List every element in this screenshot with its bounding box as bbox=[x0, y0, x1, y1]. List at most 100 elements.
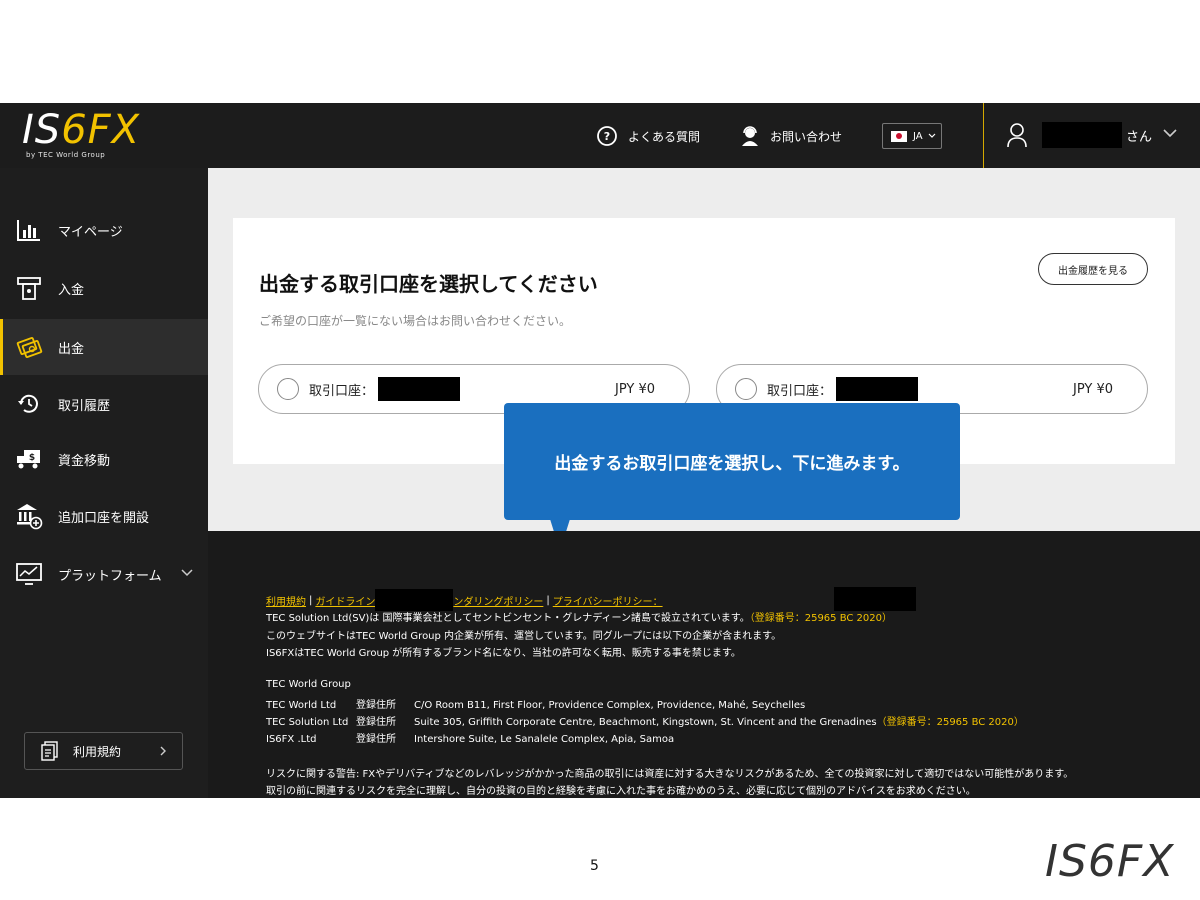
bar-chart-icon bbox=[17, 220, 40, 241]
logo-text-is: IS bbox=[22, 107, 62, 153]
footer-line: TEC Solution Ltd(SV)は 国際事業会社としてセントビンセント・… bbox=[266, 609, 892, 624]
address-type: 登録住所 bbox=[356, 734, 396, 745]
company-address: Intershore Suite, Le Sanalele Complex, A… bbox=[414, 734, 675, 745]
brand-mark: IS6FX bbox=[1045, 836, 1175, 887]
footer-link-privacy[interactable]: プライバシーポリシー bbox=[553, 593, 653, 608]
link-separator: | bbox=[546, 594, 550, 606]
question-circle-icon: ? bbox=[597, 126, 617, 146]
redacted-account-number bbox=[836, 377, 919, 401]
risk-warning: 取引の前に関連するリスクを完全に理解し、自分の投資の目的と経験を考慮に入れた事を… bbox=[266, 786, 976, 797]
redacted-text bbox=[834, 587, 916, 611]
chevron-right-icon bbox=[160, 746, 166, 756]
user-menu[interactable]: さん bbox=[1006, 115, 1152, 155]
footer-links: 利用規約 | ガイドライン ンダリングポリシー | プライバシーポリシー ： bbox=[266, 589, 663, 611]
monitor-chart-icon bbox=[16, 563, 42, 585]
language-code: JA bbox=[913, 130, 923, 142]
document-icon bbox=[41, 741, 58, 761]
terms-button[interactable]: 利用規約 bbox=[24, 732, 183, 770]
footer-link-tail: ： bbox=[652, 596, 663, 608]
company-row: IS6FX .Ltd 登録住所 Intershore Suite, Le Sanal… bbox=[266, 730, 674, 745]
redacted-user-name bbox=[1042, 122, 1122, 148]
company-row: TEC World Ltd 登録住所 C/O Room B11, First Flo… bbox=[266, 696, 805, 711]
address-type: 登録住所 bbox=[356, 717, 396, 728]
sidebar-item-label: プラットフォーム bbox=[58, 568, 162, 584]
logo-text-6fx: 6FX bbox=[61, 107, 141, 153]
footer-link-terms[interactable]: 利用規約 bbox=[266, 593, 306, 608]
sidebar-item-label: 出金 bbox=[58, 341, 85, 357]
user-name-suffix: さん bbox=[1126, 129, 1153, 145]
company-address: Suite 305, Griffith Corporate Centre, Be… bbox=[414, 717, 877, 728]
footer-link-guideline[interactable]: ガイドライン bbox=[315, 593, 375, 608]
chevron-down-icon[interactable] bbox=[180, 568, 194, 578]
account-label: 取引口座： bbox=[309, 383, 375, 399]
sidebar-item-label: 取引履歴 bbox=[58, 398, 111, 414]
bank-add-icon bbox=[17, 504, 43, 530]
sidebar-item-open-account[interactable]: 追加口座を開設 bbox=[0, 488, 208, 544]
sidebar-item-label: 資金移動 bbox=[58, 453, 111, 469]
instruction-callout: 出金するお取引口座を選択し、下に進みます。 bbox=[504, 403, 960, 520]
company-row: TEC Solution Ltd 登録住所 Suite 305, Griffith … bbox=[266, 713, 1024, 728]
address-type: 登録住所 bbox=[356, 700, 396, 711]
user-menu-chevron-icon[interactable] bbox=[1162, 127, 1178, 139]
sidebar-item-history[interactable]: 取引履歴 bbox=[0, 376, 208, 432]
top-header: IS6FX by TEC World Group ? よくある質問 お問い合わせ… bbox=[0, 103, 1200, 168]
sidebar-item-platform[interactable]: プラットフォーム bbox=[0, 546, 208, 602]
headset-person-icon bbox=[742, 126, 758, 146]
page-footer: 利用規約 | ガイドライン ンダリングポリシー | プライバシーポリシー ： T… bbox=[208, 531, 1200, 798]
sidebar-item-mypage[interactable]: マイページ bbox=[0, 202, 208, 258]
sidebar: マイページ 入金 出金 取引履歴 $ 資金移動 追加口座を開設 プラットフォーム bbox=[0, 168, 208, 798]
faq-label: よくある質問 bbox=[628, 129, 701, 144]
chevron-down-icon bbox=[928, 133, 936, 138]
faq-link[interactable]: ? よくある質問 bbox=[596, 123, 700, 149]
account-balance: JPY ¥0 bbox=[1072, 381, 1113, 397]
sidebar-item-withdraw[interactable]: 出金 bbox=[0, 319, 208, 375]
footer-line: IS6FXはTEC World Group が所有するブランド名になり、当社の許… bbox=[266, 644, 741, 659]
sidebar-item-deposit[interactable]: 入金 bbox=[0, 260, 208, 316]
footer-line-text: このウェブサイトはTEC World Group 内企業が所有、運営しています。… bbox=[266, 631, 782, 642]
svg-text:?: ? bbox=[604, 130, 610, 143]
page-subtitle: ご希望の口座が一覧にない場合はお問い合わせください。 bbox=[259, 314, 572, 328]
footer-link-aml-policy[interactable]: ンダリングポリシー bbox=[453, 593, 543, 608]
cash-withdraw-icon bbox=[16, 337, 43, 358]
slide: IS6FX by TEC World Group ? よくある質問 お問い合わせ… bbox=[0, 0, 1200, 900]
registration-number: （登録番号：25965 BC 2020） bbox=[876, 717, 1024, 728]
page-title: 出金する取引口座を選択してください bbox=[259, 272, 598, 296]
language-select[interactable]: JA bbox=[882, 123, 942, 149]
page-number: 5 bbox=[590, 858, 599, 874]
callout-text: 出金するお取引口座を選択し、下に進みます。 bbox=[554, 454, 910, 474]
redacted-text bbox=[375, 589, 454, 611]
account-radio[interactable] bbox=[735, 378, 757, 400]
footer-line: このウェブサイトはTEC World Group 内企業が所有、運営しています。… bbox=[266, 627, 781, 642]
transfer-truck-icon: $ bbox=[17, 450, 40, 469]
company-name: TEC Solution Ltd bbox=[266, 717, 349, 728]
history-icon bbox=[18, 394, 38, 413]
sidebar-item-label: 入金 bbox=[58, 282, 85, 298]
contact-link[interactable]: お問い合わせ bbox=[740, 123, 842, 149]
brand-logo[interactable]: IS6FX by TEC World Group bbox=[22, 109, 162, 163]
atm-deposit-icon bbox=[17, 277, 41, 300]
svg-text:$: $ bbox=[29, 453, 35, 463]
account-balance: JPY ¥0 bbox=[614, 381, 655, 397]
user-icon bbox=[1007, 123, 1027, 148]
sidebar-item-label: マイページ bbox=[58, 224, 123, 240]
withdraw-history-button[interactable]: 出金履歴を見る bbox=[1038, 253, 1148, 285]
footer-line-text: TEC Solution Ltd(SV)は 国際事業会社としてセントビンセント・… bbox=[266, 613, 750, 624]
sidebar-item-label: 追加口座を開設 bbox=[58, 510, 150, 526]
risk-warning: リスクに関する警告: FXやデリバティブなどのレバレッジがかかった商品の取引には… bbox=[266, 769, 1074, 780]
link-separator: | bbox=[309, 594, 313, 606]
redacted-account-number bbox=[378, 377, 461, 401]
company-name: TEC World Ltd bbox=[266, 700, 337, 711]
logo-subtitle: by TEC World Group bbox=[26, 151, 106, 159]
japan-flag-icon bbox=[891, 130, 907, 142]
company-name: IS6FX .Ltd bbox=[266, 734, 317, 745]
group-title: TEC World Group bbox=[266, 679, 351, 690]
contact-label: お問い合わせ bbox=[770, 129, 843, 144]
terms-button-label: 利用規約 bbox=[73, 744, 122, 759]
account-radio[interactable] bbox=[277, 378, 299, 400]
company-address: C/O Room B11, First Floor, Providence Co… bbox=[414, 700, 806, 711]
footer-line-text: IS6FXはTEC World Group が所有するブランド名になり、当社の許… bbox=[266, 648, 741, 659]
sidebar-item-fund-transfer[interactable]: $ 資金移動 bbox=[0, 431, 208, 487]
account-label: 取引口座： bbox=[767, 383, 833, 399]
header-divider bbox=[983, 103, 984, 168]
registration-number: （登録番号：25965 BC 2020） bbox=[749, 613, 893, 624]
